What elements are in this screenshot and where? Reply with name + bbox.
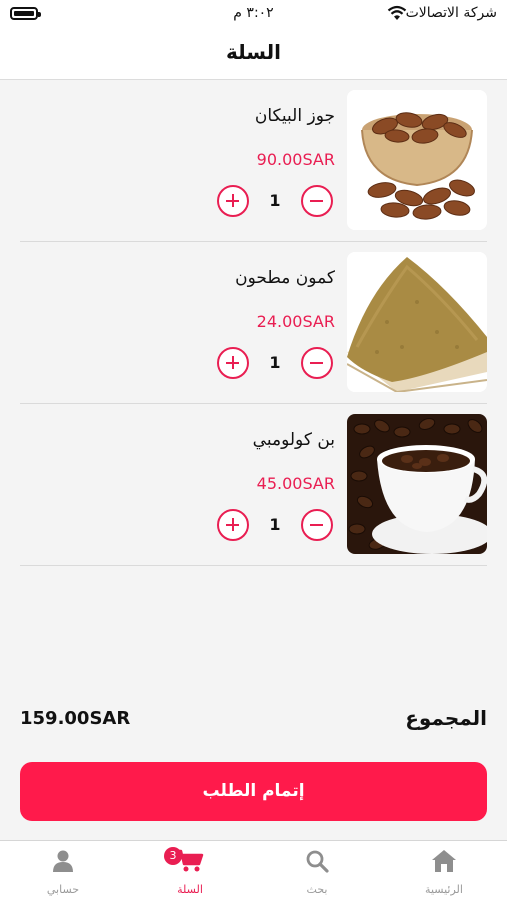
- battery-icon: [10, 7, 41, 20]
- tab-label: بحث: [306, 883, 328, 896]
- total-label: المجموع: [405, 706, 487, 730]
- status-time: ٣:٠٢ م: [233, 5, 274, 21]
- cart-count-badge: 3: [164, 847, 182, 865]
- status-bar: شركة الاتصالات ٣:٠٢ م: [0, 0, 507, 28]
- item-price: 90.00SAR: [256, 150, 335, 169]
- ground-cumin-image: [347, 252, 487, 392]
- item-price: 45.00SAR: [256, 474, 335, 493]
- decrease-quantity-button[interactable]: [301, 185, 333, 217]
- tab-home[interactable]: الرئيسية: [381, 841, 507, 900]
- increase-quantity-button[interactable]: [217, 347, 249, 379]
- home-icon: [431, 849, 457, 877]
- total-value: 159.00SAR: [20, 708, 131, 729]
- item-quantity: 1: [269, 515, 281, 534]
- cart-item: جوز البيكان 90.00SAR 1: [20, 80, 487, 242]
- pecan-nuts-image: [347, 90, 487, 230]
- checkout-button[interactable]: إتمام الطلب: [20, 762, 487, 821]
- decrease-quantity-button[interactable]: [301, 509, 333, 541]
- item-name: جوز البيكان: [254, 106, 335, 126]
- tab-label: حسابي: [46, 883, 80, 896]
- item-quantity: 1: [269, 191, 281, 210]
- item-name: كمون مطحون: [235, 268, 335, 288]
- page-title: السلة: [225, 40, 281, 64]
- tab-bar: الرئيسية بحث 3 السلة حسابي: [0, 840, 507, 900]
- decrease-quantity-button[interactable]: [301, 347, 333, 379]
- item-name: بن كولومبي: [252, 430, 335, 450]
- cart-item: بن كولومبي 45.00SAR 1: [20, 404, 487, 566]
- tab-label: السلة: [177, 883, 203, 896]
- increase-quantity-button[interactable]: [217, 509, 249, 541]
- tab-cart[interactable]: 3 السلة: [127, 841, 253, 900]
- nav-header: السلة: [0, 28, 507, 80]
- search-icon: [305, 849, 329, 877]
- item-price: 24.00SAR: [256, 312, 335, 331]
- increase-quantity-button[interactable]: [217, 185, 249, 217]
- tab-label: الرئيسية: [425, 883, 463, 896]
- item-quantity: 1: [269, 353, 281, 372]
- tab-search[interactable]: بحث: [254, 841, 380, 900]
- coffee-beans-image: [347, 414, 487, 554]
- user-icon: [51, 849, 75, 877]
- tab-account[interactable]: حسابي: [0, 841, 126, 900]
- cart-item: كمون مطحون 24.00SAR 1: [20, 242, 487, 404]
